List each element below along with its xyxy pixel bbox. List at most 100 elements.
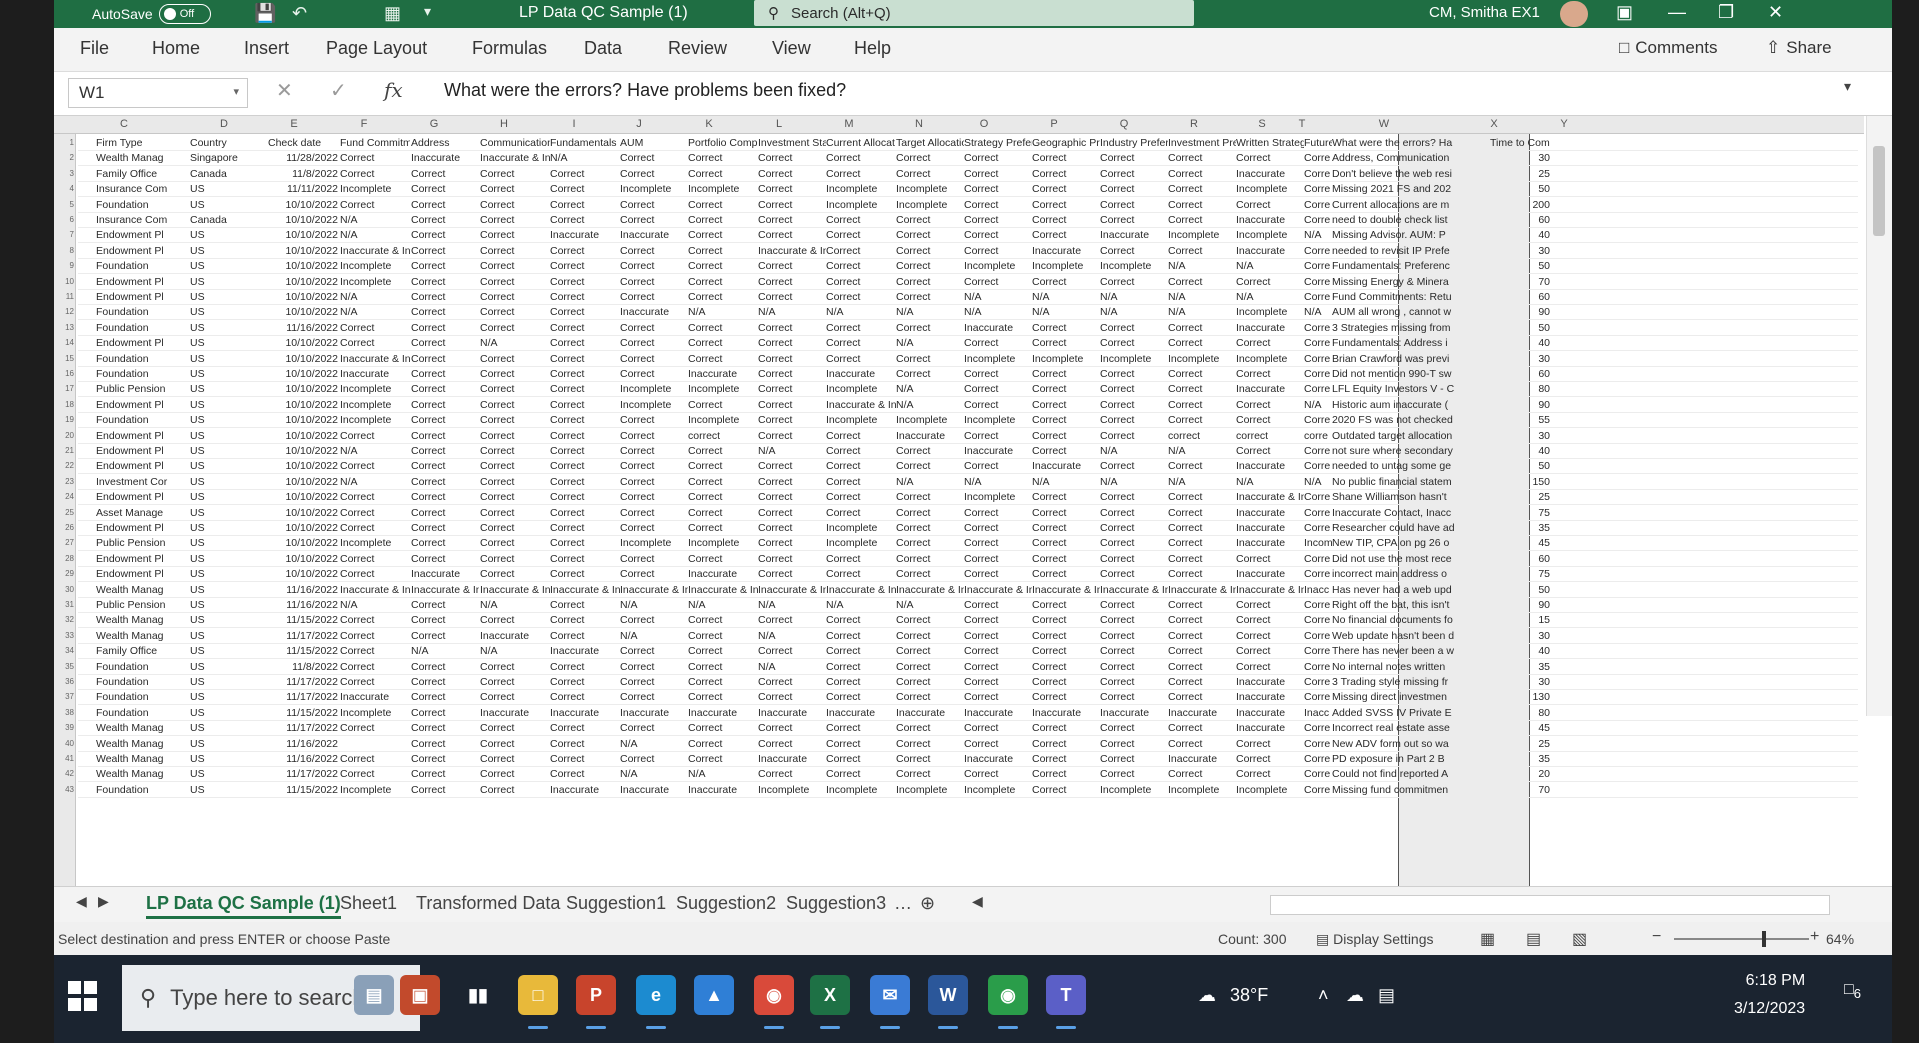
table-cell[interactable]: Correct [688, 645, 758, 658]
table-cell[interactable]: 10/10/2022 [268, 399, 338, 412]
table-cell[interactable]: Correct [1032, 722, 1100, 735]
table-cell[interactable]: Correct [480, 353, 550, 366]
table-cell[interactable]: Corre [1304, 753, 1332, 766]
column-header-o[interactable]: O [974, 118, 994, 130]
table-cell[interactable]: Correct [620, 245, 688, 258]
row-number[interactable]: 24 [54, 492, 74, 501]
table-cell[interactable]: US [190, 199, 266, 212]
table-cell[interactable]: Incomplete [688, 183, 758, 196]
table-cell[interactable]: Inaccurate & In [340, 245, 410, 258]
table-cell[interactable]: N/A [758, 445, 826, 458]
table-cell[interactable]: Correct [480, 784, 550, 797]
table-cell[interactable]: Foundation [96, 676, 190, 689]
table-cell[interactable]: N/A [1304, 229, 1332, 242]
table-cell[interactable]: US [190, 260, 266, 273]
table-cell[interactable]: Correct [1032, 399, 1100, 412]
avatar[interactable] [1560, 1, 1588, 27]
table-cell[interactable]: Fundamentals: Preferenc [1332, 260, 1490, 273]
table-cell[interactable]: Correct [1168, 507, 1236, 520]
table-cell[interactable]: Correct [964, 383, 1032, 396]
table-cell[interactable]: US [190, 322, 266, 335]
table-cell[interactable]: Could not find reported A [1332, 768, 1490, 781]
table-cell[interactable]: Correct [480, 753, 550, 766]
table-cell[interactable]: Added SVSS IV Private E [1332, 707, 1490, 720]
table-cell[interactable]: Correct [1168, 214, 1236, 227]
table-cell[interactable]: Inacc [1304, 707, 1332, 720]
table-cell[interactable]: Incomplete [1168, 353, 1236, 366]
function-icon[interactable]: fx [384, 78, 403, 102]
table-cell[interactable]: Wealth Manag [96, 768, 190, 781]
column-title-cell[interactable]: Investment Sta [758, 137, 826, 150]
table-cell[interactable]: Correct [1032, 661, 1100, 674]
table-cell[interactable]: Inaccurate [688, 368, 758, 381]
table-cell[interactable]: There has never been a w [1332, 645, 1490, 658]
table-cell[interactable]: Correct [896, 229, 964, 242]
table-cell[interactable]: Foundation [96, 353, 190, 366]
table-cell[interactable]: Correct [411, 368, 479, 381]
table-cell[interactable]: Correct [826, 445, 896, 458]
table-cell[interactable]: Incomplete [896, 414, 964, 427]
table-cell[interactable]: Correct [1168, 491, 1236, 504]
table-cell[interactable]: Inaccurate [1032, 460, 1100, 473]
table-cell[interactable]: Inaccurate [620, 229, 688, 242]
table-cell[interactable]: Correct [1168, 614, 1236, 627]
table-cell[interactable]: Correct [411, 445, 479, 458]
table-cell[interactable]: Inaccurate & In [480, 584, 550, 597]
table-cell[interactable]: Incomplete [896, 199, 964, 212]
table-cell[interactable]: N/A [1100, 445, 1168, 458]
table-cell[interactable]: Inaccurate [550, 645, 620, 658]
table-cell[interactable]: Correct [1032, 199, 1100, 212]
table-cell[interactable]: Correct [550, 738, 620, 751]
table-cell[interactable]: Correct [550, 522, 620, 535]
table-cell[interactable]: Correct [411, 291, 479, 304]
table-cell[interactable]: LFL Equity Investors V - C [1332, 383, 1490, 396]
table-cell[interactable]: N/A [340, 229, 410, 242]
table-cell[interactable]: Correct [688, 322, 758, 335]
table-cell[interactable]: Corre [1304, 168, 1332, 181]
table-cell[interactable]: Correct [340, 430, 410, 443]
table-cell[interactable]: Correct [411, 599, 479, 612]
table-cell[interactable]: Correct [896, 368, 964, 381]
table-cell[interactable]: Correct [758, 491, 826, 504]
table-cell[interactable]: Correct [411, 199, 479, 212]
table-cell[interactable]: Correct [1032, 553, 1100, 566]
table-cell[interactable]: Correct [1032, 645, 1100, 658]
row-number[interactable]: 16 [54, 369, 74, 378]
restore-icon[interactable]: ❐ [1718, 2, 1734, 23]
table-cell[interactable]: Correct [758, 414, 826, 427]
network-icon[interactable]: ▤ [1378, 985, 1395, 1006]
table-cell[interactable]: Correct [480, 722, 550, 735]
column-title-cell[interactable]: Fundamentals [550, 137, 620, 150]
table-cell[interactable]: Correct [411, 414, 479, 427]
table-cell[interactable]: Correct [1168, 599, 1236, 612]
word-icon[interactable]: W [928, 975, 968, 1029]
table-cell[interactable]: Correct [480, 260, 550, 273]
undo-icon[interactable]: ↶ [292, 3, 307, 24]
table-cell[interactable]: N/A [340, 476, 410, 489]
table-cell[interactable]: N/A [1236, 476, 1304, 489]
table-cell[interactable]: Correct [964, 522, 1032, 535]
table-cell[interactable]: 45 [1490, 722, 1550, 735]
table-cell[interactable]: Historic aum inaccurate ( [1332, 399, 1490, 412]
row-number[interactable]: 22 [54, 461, 74, 470]
table-cell[interactable]: Inaccurate [688, 784, 758, 797]
row-number[interactable]: 42 [54, 769, 74, 778]
table-cell[interactable]: Correct [964, 399, 1032, 412]
table-cell[interactable]: 10/10/2022 [268, 430, 338, 443]
table-cell[interactable]: US [190, 537, 266, 550]
table-cell[interactable]: N/A [896, 383, 964, 396]
table-cell[interactable]: Correct [896, 276, 964, 289]
table-cell[interactable]: N/A [964, 306, 1032, 319]
table-cell[interactable]: N/A [1304, 476, 1332, 489]
table-cell[interactable]: Insurance Com [96, 183, 190, 196]
tab-sheet1[interactable]: Sheet1 [340, 893, 397, 914]
table-cell[interactable]: Correct [826, 691, 896, 704]
table-cell[interactable]: US [190, 738, 266, 751]
table-cell[interactable]: Address, Communication [1332, 152, 1490, 165]
table-cell[interactable]: Correct [896, 322, 964, 335]
table-cell[interactable]: Correct [1032, 322, 1100, 335]
table-cell[interactable]: Correct [340, 722, 410, 735]
table-cell[interactable]: 3 Strategies missing from [1332, 322, 1490, 335]
table-cell[interactable]: Endowment Pl [96, 522, 190, 535]
table-cell[interactable]: Incomplete [688, 383, 758, 396]
